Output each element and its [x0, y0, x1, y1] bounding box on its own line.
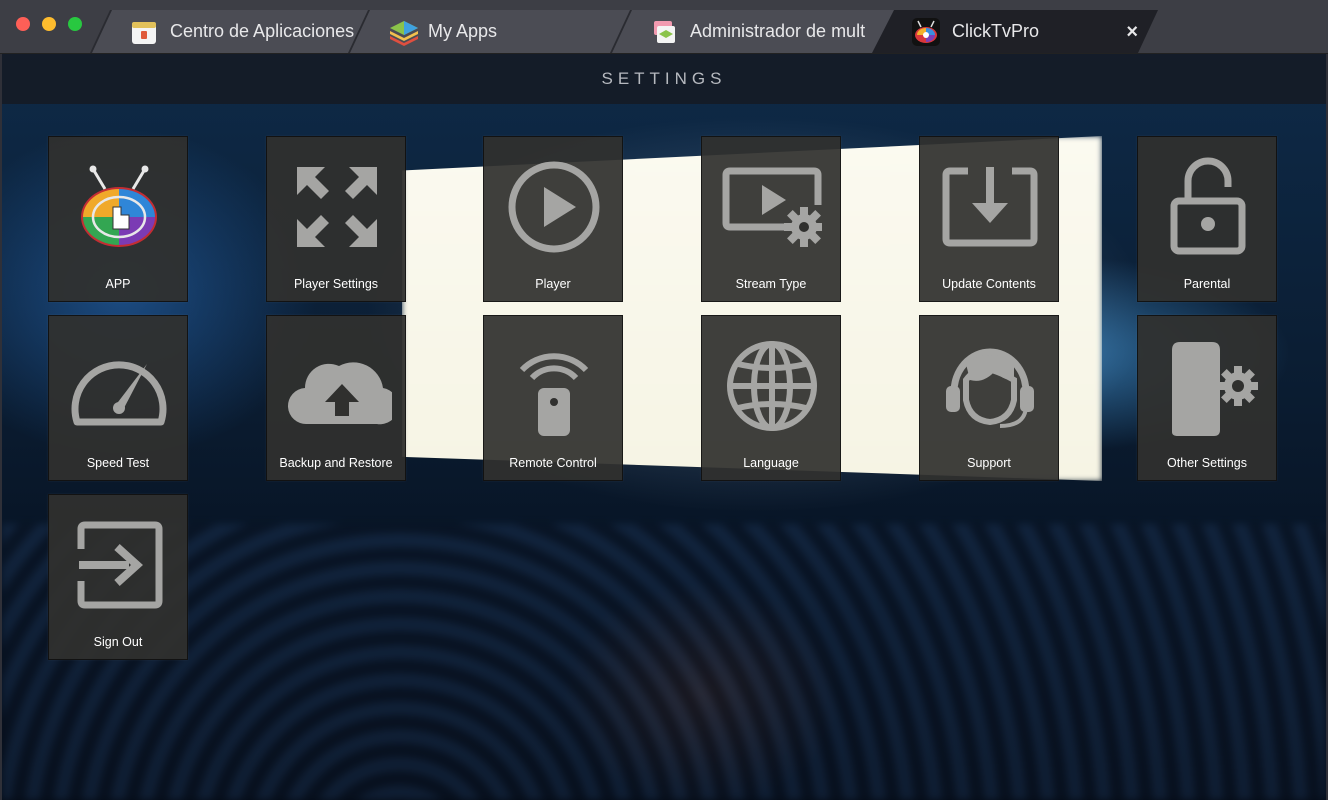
tile-label: Player	[535, 277, 571, 291]
tile-language[interactable]: Language	[701, 315, 841, 481]
tile-label: Other Settings	[1167, 456, 1247, 470]
speedometer-icon	[71, 361, 167, 426]
tile-label: Stream Type	[735, 277, 807, 291]
tile-label: Remote Control	[509, 456, 597, 470]
tile-parental[interactable]: Parental	[1137, 136, 1277, 302]
video-settings-icon	[722, 167, 822, 247]
audience-background	[2, 524, 1326, 800]
app-content: SETTINGS APP Player Settings Player Stre…	[2, 54, 1326, 800]
tile-stream-type[interactable]: Stream Type	[701, 136, 841, 302]
app-center-icon	[130, 18, 158, 46]
tile-label: APP	[105, 277, 131, 291]
window-titlebar: Centro de Aplicaciones My Apps Administr…	[0, 0, 1328, 54]
remote-control-icon	[519, 353, 589, 436]
tile-label: Player Settings	[293, 277, 379, 291]
tab-clicktvpro[interactable]: ClickTvPro ×	[872, 10, 1160, 53]
tile-backup-and-restore[interactable]: Backup and Restore	[266, 315, 406, 481]
sign-out-icon	[77, 521, 163, 609]
tile-label: Sign Out	[93, 635, 143, 649]
play-circle-icon	[508, 161, 600, 253]
tile-speed-test[interactable]: Speed Test	[48, 315, 188, 481]
headset-icon	[946, 348, 1034, 428]
tab-label: Centro de Aplicaciones	[170, 21, 355, 41]
tile-remote-control[interactable]: Remote Control	[483, 315, 623, 481]
tile-label: Update Contents	[942, 277, 1036, 291]
tile-label: Support	[967, 456, 1011, 470]
tv-logo-icon	[81, 165, 157, 247]
minimize-window-button[interactable]	[42, 17, 56, 31]
globe-icon	[727, 341, 817, 431]
tile-support[interactable]: Support	[919, 315, 1059, 481]
tab-close-icon[interactable]: ×	[1126, 21, 1138, 44]
close-window-button[interactable]	[16, 17, 30, 31]
tab-label: ClickTvPro	[952, 21, 1040, 41]
cloud-upload-icon	[287, 362, 392, 425]
tile-sign-out[interactable]: Sign Out	[48, 494, 188, 660]
tab-administrador-de-multi[interactable]: Administrador de mult	[610, 10, 900, 53]
tile-player-settings[interactable]: Player Settings	[266, 136, 406, 302]
zoom-window-button[interactable]	[68, 17, 82, 31]
bluestacks-icon	[388, 18, 418, 46]
tile-other-settings[interactable]: Other Settings	[1137, 315, 1277, 481]
page-title: SETTINGS	[601, 69, 727, 88]
tab-label: My Apps	[428, 21, 498, 41]
tab-my-apps[interactable]: My Apps	[348, 10, 638, 53]
phone-settings-icon	[1172, 342, 1258, 436]
tile-label: Parental	[1183, 277, 1231, 291]
tile-app[interactable]: APP	[48, 136, 188, 302]
unlock-icon	[1170, 157, 1246, 255]
expand-arrows-icon	[297, 167, 377, 247]
download-box-icon	[942, 167, 1038, 247]
settings-header: SETTINGS	[2, 54, 1326, 104]
tile-label: Backup and Restore	[279, 456, 393, 470]
tile-update-contents[interactable]: Update Contents	[919, 136, 1059, 302]
tile-label: Speed Test	[86, 456, 150, 470]
tab-label: Administrador de mult	[690, 21, 866, 41]
multi-instance-icon	[650, 18, 678, 46]
clicktvpro-icon	[912, 17, 940, 46]
tab-centro-de-aplicaciones[interactable]: Centro de Aplicaciones	[90, 10, 380, 53]
tile-label: Language	[743, 456, 799, 470]
tile-player[interactable]: Player	[483, 136, 623, 302]
